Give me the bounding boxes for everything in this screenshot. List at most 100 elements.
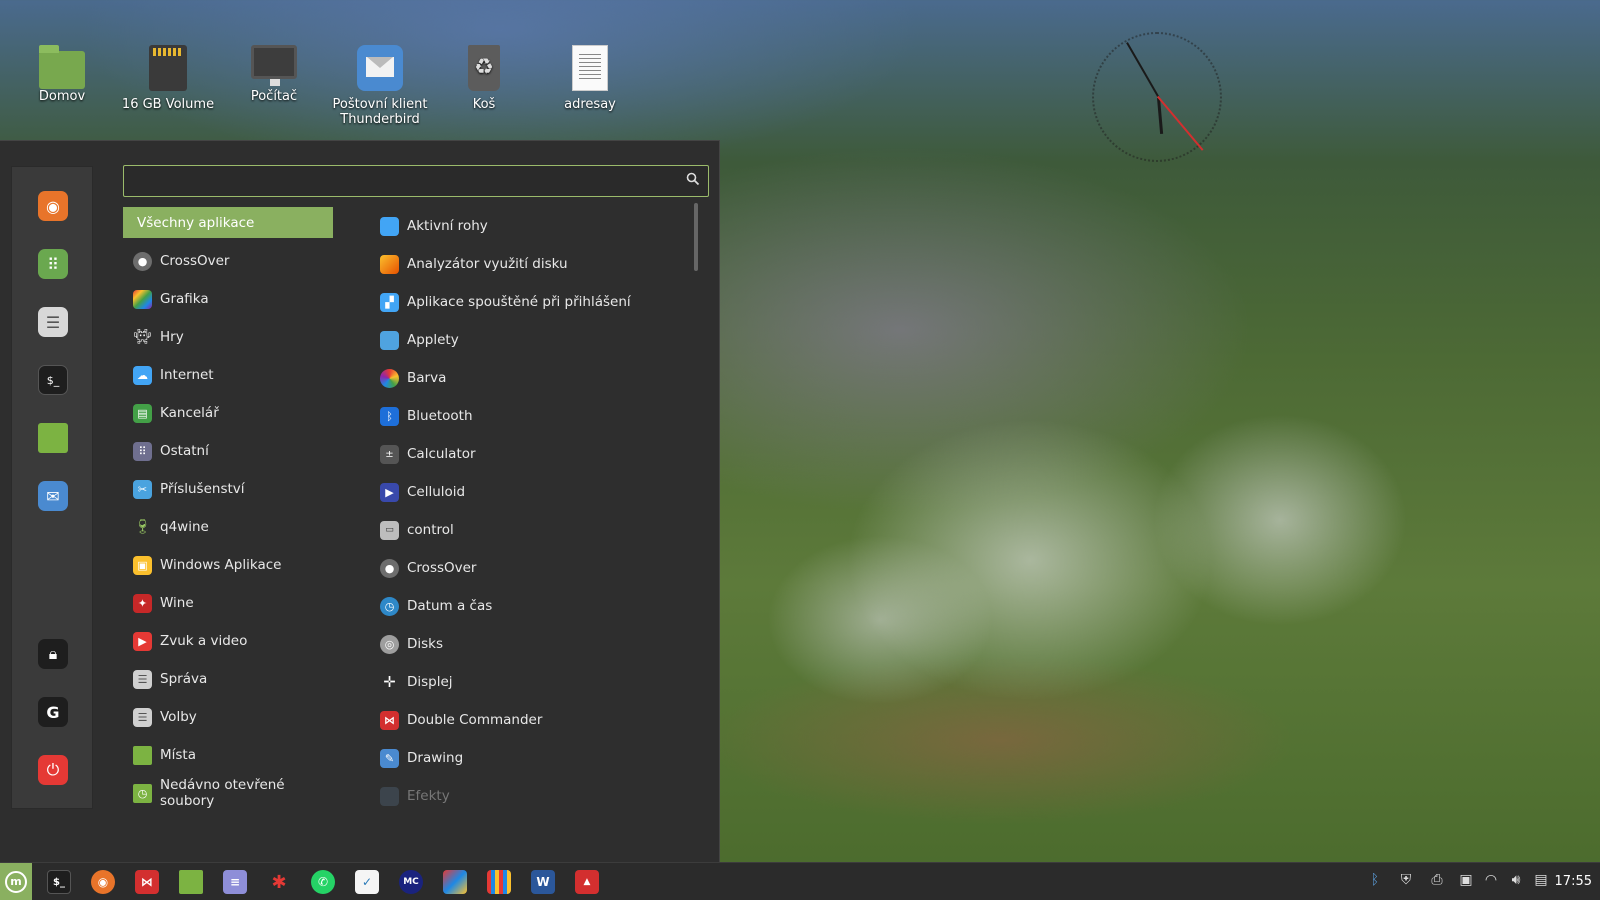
document-icon (572, 45, 608, 91)
menu-button[interactable]: m (0, 863, 32, 900)
app-item-startup-apps[interactable]: ▞ Aplikace spouštěné při přihlášení (370, 283, 690, 321)
app-item-control[interactable]: ▭ control (370, 511, 690, 549)
celluloid-icon: ▶ (380, 482, 399, 502)
desktop-icon-home[interactable]: Domov (12, 45, 112, 104)
category-q4wine[interactable]: 🍷︎ q4wine (123, 508, 333, 546)
lock-icon[interactable]: 🔒︎ (38, 639, 68, 669)
category-graphics[interactable]: Grafika (123, 280, 333, 318)
pdf-icon[interactable]: ▲ (575, 870, 599, 894)
desktop-icon-trash[interactable]: ♻ Koš (434, 45, 534, 112)
app-item-display[interactable]: ✛ Displej (370, 663, 690, 701)
software-manager-icon[interactable]: ⠿ (38, 249, 68, 279)
app-label: Double Commander (407, 712, 543, 728)
whatsapp-icon[interactable]: ✆ (311, 870, 335, 894)
other-icon: ⠿ (133, 441, 152, 461)
category-recent-files[interactable]: ◷ Nedávno otevřené soubory (123, 774, 333, 812)
desktop-icon-volume[interactable]: 16 GB Volume (118, 45, 218, 112)
search-box[interactable] (123, 165, 709, 197)
app-label: Disks (407, 636, 444, 652)
clock-second-hand (1156, 95, 1204, 151)
taskbar-clock[interactable]: 17:55 (1555, 874, 1592, 889)
category-games[interactable]: 👾︎ Hry (123, 318, 333, 356)
category-internet[interactable]: ☁ Internet (123, 356, 333, 394)
firefox-icon[interactable]: ◉ (38, 191, 68, 221)
category-wine[interactable]: ✦ Wine (123, 584, 333, 622)
recent-folder-icon: ◷ (133, 783, 152, 803)
category-places[interactable]: Místa (123, 736, 333, 774)
printer-icon[interactable]: ⎙ (1428, 872, 1446, 892)
app-item-disk-usage[interactable]: Analyzátor využití disku (370, 245, 690, 283)
app-item-drawing[interactable]: ✎ Drawing (370, 739, 690, 777)
search-input[interactable] (130, 170, 670, 192)
desktop-icon-document[interactable]: adresay (540, 45, 640, 112)
word-icon[interactable]: W (531, 870, 555, 894)
app-item-disks[interactable]: ◎ Disks (370, 625, 690, 663)
application-list: Aktivní rohy Analyzátor využití disku ▞ A… (370, 207, 690, 807)
volume-icon[interactable]: 🔊︎ (1507, 872, 1525, 892)
desktop-icon-thunderbird[interactable]: Poštovní klient Thunderbird (330, 45, 430, 127)
update-icon[interactable]: ▣ (1457, 872, 1475, 892)
mint-logo-icon: m (5, 871, 27, 893)
bluetooth-icon[interactable]: ᛒ (1366, 872, 1384, 892)
bug-icon[interactable]: ✱ (267, 870, 291, 894)
app-label: Aktivní rohy (407, 218, 488, 234)
power-icon[interactable]: ⏻ (38, 755, 68, 785)
category-other[interactable]: ⠿ Ostatní (123, 432, 333, 470)
files-icon[interactable] (179, 870, 203, 894)
app-item-color[interactable]: Barva (370, 359, 690, 397)
category-crossover[interactable]: ● CrossOver (123, 242, 333, 280)
terminal-icon[interactable]: $_ (47, 870, 71, 894)
category-all[interactable]: Všechny aplikace (123, 207, 333, 238)
mail-icon[interactable]: ✉ (38, 481, 68, 511)
category-accessories[interactable]: ✂ Příslušenství (123, 470, 333, 508)
category-administration[interactable]: ☰ Správa (123, 660, 333, 698)
category-label: Kancelář (160, 405, 219, 421)
app-item-crossover[interactable]: ● CrossOver (370, 549, 690, 587)
app-label: Displej (407, 674, 453, 690)
trash-icon: ♻ (468, 45, 500, 91)
color-icon (380, 368, 399, 388)
preferences-icon: ☰ (133, 707, 152, 727)
category-label: q4wine (160, 519, 209, 535)
category-label: Zvuk a video (160, 633, 248, 649)
wifi-icon[interactable]: ◠ (1482, 872, 1500, 892)
terminal-icon[interactable]: $_ (38, 365, 68, 395)
app-label: Celluloid (407, 484, 466, 500)
app-list-scrollbar[interactable] (694, 203, 698, 271)
libreoffice-icon[interactable] (443, 870, 467, 894)
text-editor-icon[interactable]: ≡ (223, 870, 247, 894)
category-list: Všechny aplikace ● CrossOver Grafika 👾︎ Hr… (123, 207, 333, 812)
shield-icon[interactable]: ⛨ (1397, 872, 1415, 892)
firefox-icon[interactable]: ◉ (91, 870, 115, 894)
startup-apps-icon: ▞ (380, 292, 399, 312)
category-sound-video[interactable]: ▶ Zvuk a video (123, 622, 333, 660)
games-icon: 👾︎ (133, 329, 152, 345)
app-item-calculator[interactable]: ± Calculator (370, 435, 690, 473)
logout-icon[interactable]: G (38, 697, 68, 727)
desktop-icon-label: Poštovní klient Thunderbird (332, 97, 428, 127)
category-preferences[interactable]: ☰ Volby (123, 698, 333, 736)
double-commander-icon[interactable]: ⋈ (135, 870, 159, 894)
calendar-icon[interactable] (487, 870, 511, 894)
office-icon: ▤ (133, 403, 152, 423)
category-office[interactable]: ▤ Kancelář (123, 394, 333, 432)
folder-icon[interactable] (38, 423, 68, 453)
drawing-icon: ✎ (380, 748, 399, 768)
desktop-icon-label: adresay (564, 97, 616, 112)
category-windows-apps[interactable]: ▣ Windows Aplikace (123, 546, 333, 584)
app-item-celluloid[interactable]: ▶ Celluloid (370, 473, 690, 511)
clipboard-icon[interactable]: ▤ (1532, 872, 1550, 892)
double-commander-icon: ⋈ (380, 710, 399, 730)
desktop-icon-computer[interactable]: Počítač (224, 45, 324, 104)
application-menu: ◉ ⠿ ☰ $_ ✉ 🔒︎ G ⏻ Všechny aplikace ● Cros… (0, 140, 720, 862)
multicommander-icon[interactable]: MC (399, 870, 423, 894)
vidcutter-icon[interactable]: ✓ (355, 870, 379, 894)
app-item-effects[interactable]: Efekty (370, 777, 690, 807)
app-item-hot-corners[interactable]: Aktivní rohy (370, 207, 690, 245)
app-item-bluetooth[interactable]: ᛒ Bluetooth (370, 397, 690, 435)
app-item-double-commander[interactable]: ⋈ Double Commander (370, 701, 690, 739)
settings-icon[interactable]: ☰ (38, 307, 68, 337)
app-item-applets[interactable]: Applety (370, 321, 690, 359)
clock-desklet (1092, 32, 1222, 162)
app-item-date-time[interactable]: ◷ Datum a čas (370, 587, 690, 625)
